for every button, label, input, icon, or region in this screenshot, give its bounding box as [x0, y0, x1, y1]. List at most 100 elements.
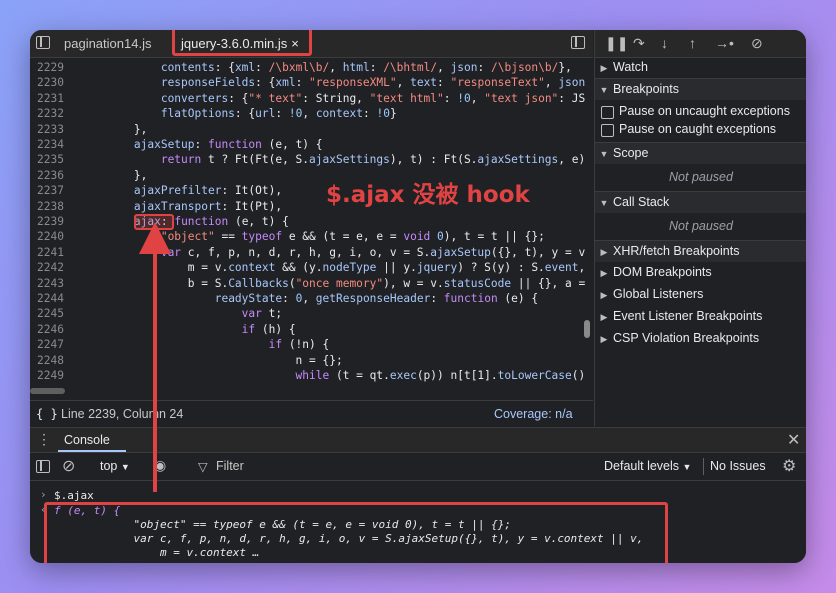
- call-stack-section[interactable]: ▼ Call Stack: [595, 191, 806, 213]
- code-token: , e): [558, 153, 585, 167]
- console-sidebar-icon[interactable]: [36, 460, 50, 473]
- close-drawer-icon[interactable]: ✕: [787, 430, 800, 450]
- csp-breakpoints-section[interactable]: ▶ CSP Violation Breakpoints: [595, 328, 806, 349]
- line-number[interactable]: 2233: [30, 122, 64, 137]
- line-number[interactable]: 2235: [30, 152, 64, 167]
- line-number[interactable]: 2243: [30, 276, 64, 291]
- code-token: if: [241, 322, 256, 336]
- code-line[interactable]: 2237 ajaxPrefilter: It(Ot),: [30, 183, 282, 198]
- scope-section[interactable]: ▼ Scope: [595, 142, 806, 164]
- code-line[interactable]: 2248 n = {};: [30, 353, 343, 368]
- code-token: ), w = v.: [383, 276, 444, 290]
- code-token: ajaxSettings: [309, 153, 390, 167]
- line-number[interactable]: 2247: [30, 337, 64, 352]
- annotation-arrow-icon: [139, 222, 171, 492]
- code-line[interactable]: 2234 ajaxSetup: function (e, t) {: [30, 137, 322, 152]
- code-line[interactable]: 2240 "object" == typeof e && (t = e, e =…: [30, 229, 545, 244]
- horizontal-scrollbar[interactable]: [30, 388, 65, 394]
- debugger-toggle-icon[interactable]: [571, 36, 585, 49]
- step-into-icon[interactable]: ↓: [661, 35, 668, 51]
- navigator-toggle-icon[interactable]: [36, 36, 50, 49]
- filter-input[interactable]: Filter: [216, 459, 244, 473]
- code-token: typeof: [241, 230, 283, 244]
- step-over-icon[interactable]: ↷: [633, 35, 645, 52]
- code-token: var: [241, 307, 262, 321]
- line-number[interactable]: 2238: [30, 199, 64, 214]
- line-number[interactable]: 2239: [30, 214, 64, 229]
- watch-section[interactable]: ▶ Watch: [595, 57, 806, 78]
- code-token: while: [295, 369, 330, 382]
- event-listener-breakpoints-section[interactable]: ▶ Event Listener Breakpoints: [595, 306, 806, 327]
- global-label: Global Listeners: [613, 287, 704, 301]
- code-token: n = {};: [80, 353, 343, 367]
- issues-counter[interactable]: No Issues: [710, 459, 766, 473]
- code-token: ajaxTransport: [133, 199, 222, 213]
- code-token: converters: [160, 91, 229, 105]
- code-line[interactable]: 2247 if (!n) {: [30, 337, 329, 352]
- pause-uncaught-checkbox[interactable]: [601, 106, 614, 119]
- code-line[interactable]: 2230 responseFields: {xml: "responseXML"…: [30, 75, 585, 90]
- line-number[interactable]: 2242: [30, 260, 64, 275]
- line-number[interactable]: 2249: [30, 368, 64, 383]
- code-line[interactable]: 2241 var c, f, p, n, d, r, h, g, i, o, v…: [30, 245, 585, 260]
- line-number[interactable]: 2245: [30, 306, 64, 321]
- dom-breakpoints-section[interactable]: ▶ DOM Breakpoints: [595, 262, 806, 283]
- pause-caught-checkbox[interactable]: [601, 124, 614, 137]
- vertical-scrollbar[interactable]: [584, 320, 590, 338]
- code-line[interactable]: 2229 contents: {xml: /\bxml\b/, html: /\…: [30, 60, 572, 75]
- deactivate-breakpoints-icon[interactable]: ⊘: [751, 35, 763, 52]
- drawer-menu-icon[interactable]: ⋮: [37, 431, 51, 448]
- tab-console[interactable]: Console: [64, 433, 110, 447]
- code-token: !0: [376, 107, 390, 121]
- code-view[interactable]: 2229 contents: {xml: /\bxml\b/, html: /\…: [30, 58, 585, 389]
- code-token: !0: [288, 107, 303, 121]
- line-number[interactable]: 2241: [30, 245, 64, 260]
- line-number[interactable]: 2244: [30, 291, 64, 306]
- xhr-breakpoints-section[interactable]: ▶ XHR/fetch Breakpoints: [595, 240, 806, 262]
- code-line[interactable]: 2231 converters: {"* text": String, "tex…: [30, 91, 585, 106]
- code-line[interactable]: 2242 m = v.context && (y.nodeType || y.j…: [30, 260, 585, 275]
- tab-pagination14[interactable]: pagination14.js: [64, 30, 151, 57]
- code-token: jquery: [416, 261, 458, 275]
- code-token: json: [558, 76, 585, 90]
- line-number[interactable]: 2236: [30, 168, 64, 183]
- code-token: :: [437, 76, 451, 90]
- line-number[interactable]: 2230: [30, 75, 64, 90]
- code-token: 0: [437, 230, 444, 244]
- code-line[interactable]: 2235 return t ? Ft(Ft(e, S.ajaxSettings)…: [30, 152, 585, 167]
- line-number[interactable]: 2232: [30, 106, 64, 121]
- coverage-status[interactable]: Coverage: n/a: [494, 407, 573, 421]
- code-token: (: [288, 276, 296, 290]
- line-number[interactable]: 2240: [30, 229, 64, 244]
- line-number[interactable]: 2231: [30, 91, 64, 106]
- global-listeners-section[interactable]: ▶ Global Listeners: [595, 284, 806, 305]
- debugger-sidebar: ❚❚ ↷ ↓ ↑ →• ⊘ ▶ Watch ▼ Breakpoints Pause …: [594, 30, 806, 426]
- code-line[interactable]: 2233 },: [30, 122, 147, 137]
- step-out-icon[interactable]: ↑: [689, 35, 696, 51]
- code-line[interactable]: 2243 b = S.Callbacks("once memory"), w =…: [30, 276, 585, 291]
- devtools-window: pagination14.js jquery-3.6.0.min.js × 222…: [30, 30, 806, 563]
- settings-gear-icon[interactable]: ⚙: [782, 456, 796, 476]
- line-number[interactable]: 2248: [30, 353, 64, 368]
- line-number[interactable]: 2234: [30, 137, 64, 152]
- code-line[interactable]: 2232 flatOptions: {url: !0, context: !0}: [30, 106, 397, 121]
- code-line[interactable]: 2236 },: [30, 168, 147, 183]
- clear-console-icon[interactable]: ⊘: [62, 456, 75, 476]
- code-line[interactable]: 2249 while (t = qt.exec(p)) n[t[1].toLow…: [30, 368, 585, 383]
- xhr-label: XHR/fetch Breakpoints: [613, 244, 740, 258]
- code-token: || y.: [376, 261, 417, 275]
- input-prompt-icon: ›: [40, 488, 47, 501]
- step-icon[interactable]: →•: [715, 35, 734, 51]
- code-line[interactable]: 2244 readyState: 0, getResponseHeader: f…: [30, 291, 538, 306]
- log-levels-dropdown[interactable]: Default levels ▼: [604, 459, 691, 473]
- code-line[interactable]: 2238 ajaxTransport: It(Pt),: [30, 199, 282, 214]
- pause-icon[interactable]: ❚❚: [605, 35, 628, 52]
- console-input-line[interactable]: $.ajax: [54, 489, 94, 502]
- line-number[interactable]: 2229: [30, 60, 64, 75]
- line-number[interactable]: 2246: [30, 322, 64, 337]
- code-token: : {: [214, 61, 235, 74]
- context-selector[interactable]: top ▼: [100, 459, 130, 473]
- line-number[interactable]: 2237: [30, 183, 64, 198]
- breakpoints-section[interactable]: ▼ Breakpoints: [595, 78, 806, 100]
- pretty-print-icon[interactable]: { }: [36, 407, 58, 421]
